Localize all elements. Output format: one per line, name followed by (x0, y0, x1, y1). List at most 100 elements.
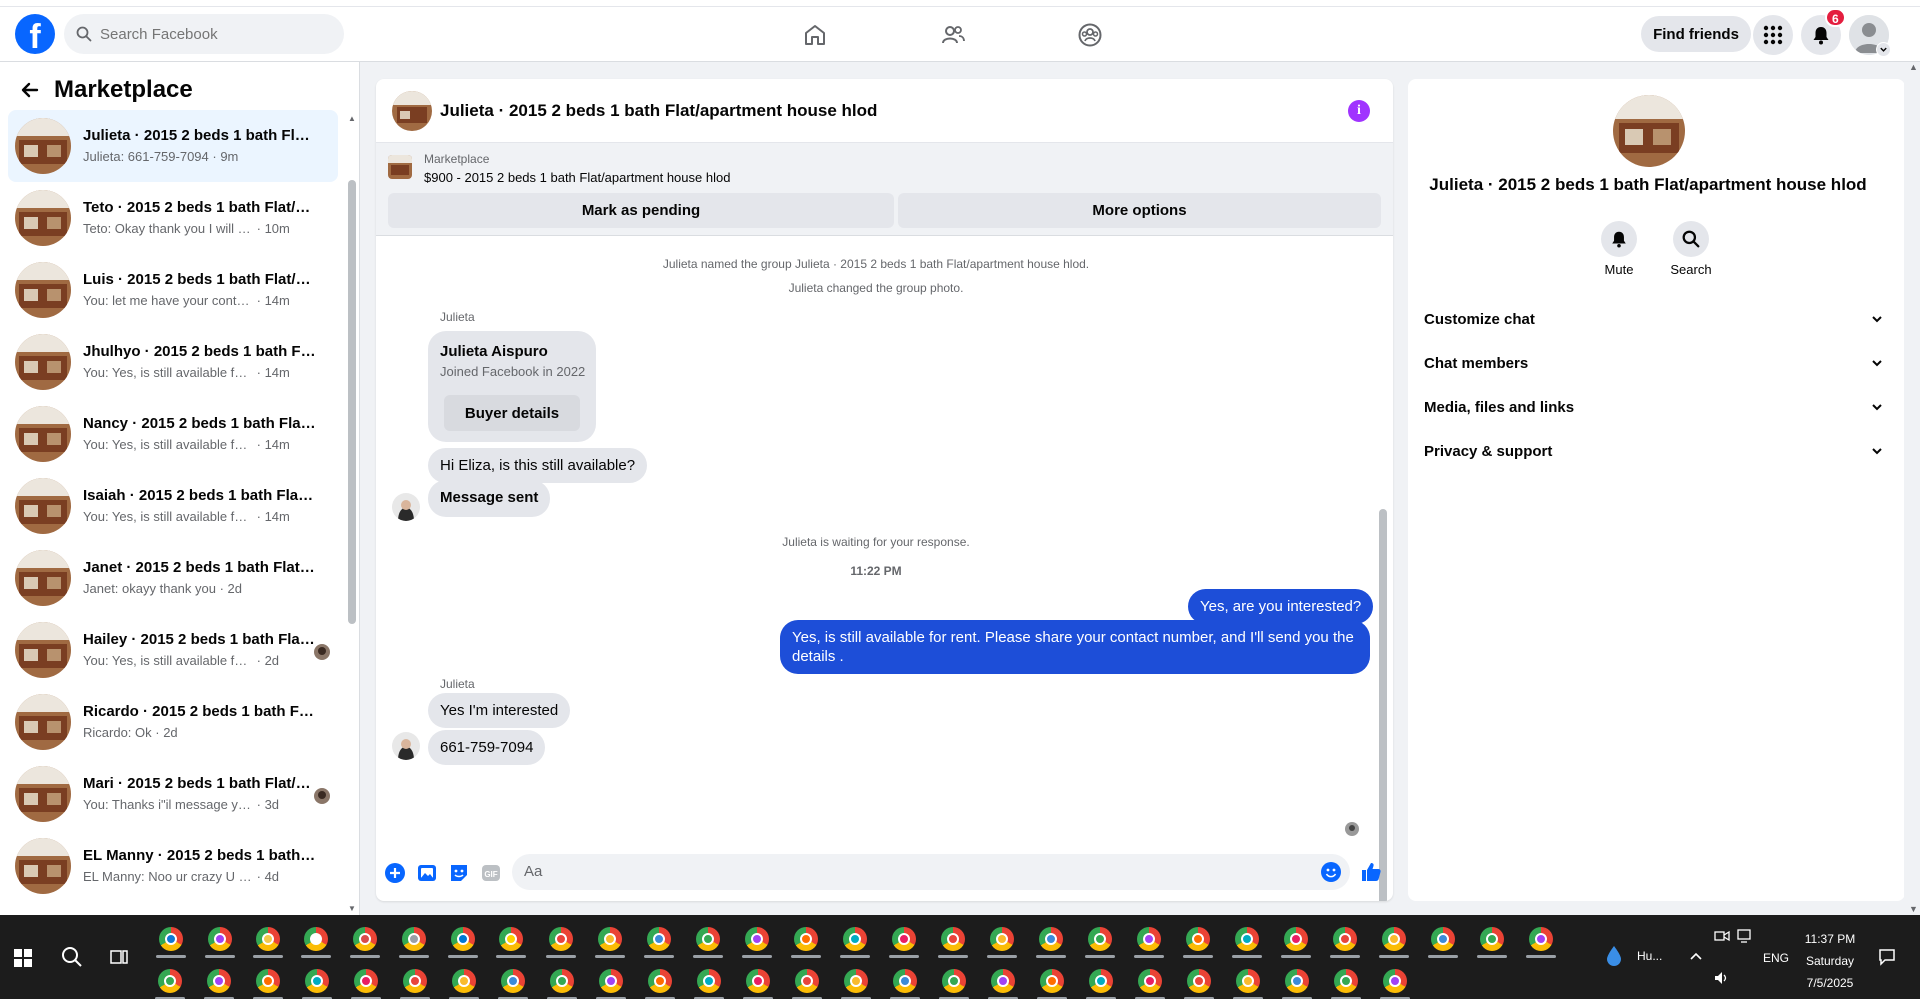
sticky-notes-icon[interactable] (499, 927, 523, 951)
chrome-profile-icon[interactable] (158, 969, 182, 993)
conversation-item[interactable]: Jhulhyo · 2015 2 beds 1 bath Flat/apartm… (8, 326, 338, 398)
scroll-up-arrow[interactable]: ▲ (348, 114, 356, 123)
privacy-support-section[interactable]: Privacy & support (1424, 434, 1884, 470)
chrome-profile-icon[interactable] (843, 927, 867, 951)
incoming-message[interactable]: Yes I'm interested (428, 693, 571, 728)
friends-icon[interactable] (935, 17, 971, 53)
chrome-profile-icon[interactable] (549, 927, 573, 951)
chrome-profile-icon[interactable] (1235, 927, 1259, 951)
chrome-profile-icon[interactable] (795, 969, 819, 993)
gif-icon[interactable]: GIF (480, 862, 502, 884)
chrome-profile-icon[interactable] (1187, 969, 1211, 993)
message-input[interactable]: Aa (512, 854, 1350, 890)
conversation-item[interactable]: Hailey · 2015 2 beds 1 bath Flat/apartme… (8, 614, 338, 686)
sender-avatar[interactable] (392, 732, 420, 760)
menu-grid-button[interactable] (1753, 15, 1793, 55)
buyer-details-button[interactable]: Buyer details (444, 395, 580, 431)
media-files-links-section[interactable]: Media, files and links (1424, 390, 1884, 426)
conversation-item[interactable]: Teto · 2015 2 beds 1 bath Flat/apartment… (8, 182, 338, 254)
store-icon[interactable] (304, 927, 328, 951)
incoming-message[interactable]: Hi Eliza, is this still available? (428, 448, 648, 483)
chrome-profile-icon[interactable] (256, 969, 280, 993)
search-box[interactable] (64, 14, 344, 54)
chrome-profile-icon[interactable] (991, 969, 1015, 993)
copilot-icon[interactable] (208, 927, 232, 951)
search-icon[interactable] (61, 946, 83, 968)
chat-members-section[interactable]: Chat members (1424, 346, 1884, 382)
system-clock[interactable]: 11:37 PM Saturday 7/5/2025 (1781, 928, 1879, 994)
more-options-button[interactable]: More options (898, 193, 1381, 228)
sticker-icon[interactable] (448, 862, 470, 884)
listing-price-title[interactable]: $900 - 2015 2 beds 1 bath Flat/apartment… (424, 170, 730, 185)
chrome-profile-icon[interactable] (599, 969, 623, 993)
chrome-profile-icon[interactable] (1039, 927, 1063, 951)
chevron-up-icon[interactable] (1689, 951, 1703, 961)
sender-avatar[interactable] (392, 493, 420, 521)
conversation-item[interactable]: Ricardo · 2015 2 beds 1 bath Flat/apartm… (8, 686, 338, 758)
chrome-profile-icon[interactable] (794, 927, 818, 951)
chrome-profile-icon[interactable] (892, 927, 916, 951)
plus-circle-icon[interactable] (384, 862, 406, 884)
incoming-message[interactable]: Message sent (428, 480, 551, 517)
conversation-item[interactable]: Mari · 2015 2 beds 1 bath Flat/apartment… (8, 758, 338, 830)
chrome-profile-icon[interactable] (1138, 969, 1162, 993)
chrome-profile-icon[interactable] (207, 969, 231, 993)
volume-icon[interactable] (1714, 971, 1730, 985)
outgoing-message[interactable]: Yes, is still available for rent. Please… (780, 620, 1370, 674)
mark-as-pending-button[interactable]: Mark as pending (388, 193, 894, 228)
chrome-profile-icon[interactable] (893, 969, 917, 993)
meet-icon[interactable] (1714, 929, 1730, 943)
network-icon[interactable] (1737, 929, 1755, 943)
chrome-profile-icon[interactable] (1383, 969, 1407, 993)
search-input[interactable] (100, 14, 336, 54)
file-explorer-icon[interactable] (256, 927, 280, 951)
chrome-profile-icon[interactable] (1284, 927, 1308, 951)
info-icon[interactable]: i (1348, 100, 1370, 122)
conversation-item[interactable]: Julieta · 2015 2 beds 1 bath Flat/apartm… (8, 110, 338, 182)
chrome-profile-icon[interactable] (1334, 969, 1358, 993)
account-menu-chevron[interactable] (1876, 42, 1891, 57)
chrome-profile-icon[interactable] (697, 969, 721, 993)
chrome-profile-icon[interactable] (1137, 927, 1161, 951)
chrome-profile-icon[interactable] (354, 969, 378, 993)
chrome-profile-icon[interactable] (1431, 927, 1455, 951)
chrome-profile-icon[interactable] (696, 927, 720, 951)
customize-chat-section[interactable]: Customize chat (1424, 302, 1884, 338)
chrome-profile-icon[interactable] (403, 969, 427, 993)
conversation-item[interactable]: Luis · 2015 2 beds 1 bath Flat/apartment… (8, 254, 338, 326)
windows-start-icon[interactable] (14, 949, 32, 967)
chrome-profile-icon[interactable] (746, 969, 770, 993)
page-scroll-down[interactable]: ▼ (1909, 904, 1918, 914)
conversation-item[interactable]: Janet · 2015 2 beds 1 bath Flat/apartmen… (8, 542, 338, 614)
conversation-item[interactable]: Nancy · 2015 2 beds 1 bath Flat/apartmen… (8, 398, 338, 470)
conversation-item[interactable]: EL Manny · 2015 2 beds 1 bath Flat/apart… (8, 830, 338, 902)
page-scroll-up[interactable]: ▲ (1909, 62, 1918, 72)
groups-icon[interactable] (1072, 17, 1108, 53)
photo-icon[interactable] (416, 862, 438, 884)
listing-thumbnail[interactable] (388, 155, 412, 179)
chrome-profile-icon[interactable] (305, 969, 329, 993)
task-view-icon[interactable] (110, 948, 128, 966)
chrome-profile-icon[interactable] (1382, 927, 1406, 951)
notification-center-icon[interactable] (1878, 948, 1896, 966)
chrome-profile-icon[interactable] (598, 927, 622, 951)
scroll-down-arrow[interactable]: ▼ (348, 904, 356, 913)
find-friends-button[interactable]: Find friends (1641, 16, 1751, 52)
group-avatar[interactable] (1613, 95, 1685, 167)
page-scrollbar-track[interactable] (1904, 62, 1920, 915)
incoming-message[interactable]: 661-759-7094 (428, 730, 546, 765)
thumbs-up-icon[interactable] (1359, 860, 1383, 884)
search-action[interactable]: Search (1661, 221, 1721, 277)
sidebar-scrollbar[interactable] (348, 180, 356, 624)
weather-label[interactable]: Hu... (1637, 949, 1662, 963)
home-icon[interactable] (797, 17, 833, 53)
chrome-profile-icon[interactable] (1480, 927, 1504, 951)
chrome-profile-icon[interactable] (942, 969, 966, 993)
paint-icon[interactable] (353, 927, 377, 951)
chrome-profile-icon[interactable] (1040, 969, 1064, 993)
facebook-logo[interactable]: f (15, 14, 55, 54)
chrome-profile-icon[interactable] (647, 927, 671, 951)
chrome-profile-icon[interactable] (1236, 969, 1260, 993)
conversation-item[interactable]: Isaiah · 2015 2 beds 1 bath Flat/apartme… (8, 470, 338, 542)
chrome-icon[interactable] (402, 927, 426, 951)
